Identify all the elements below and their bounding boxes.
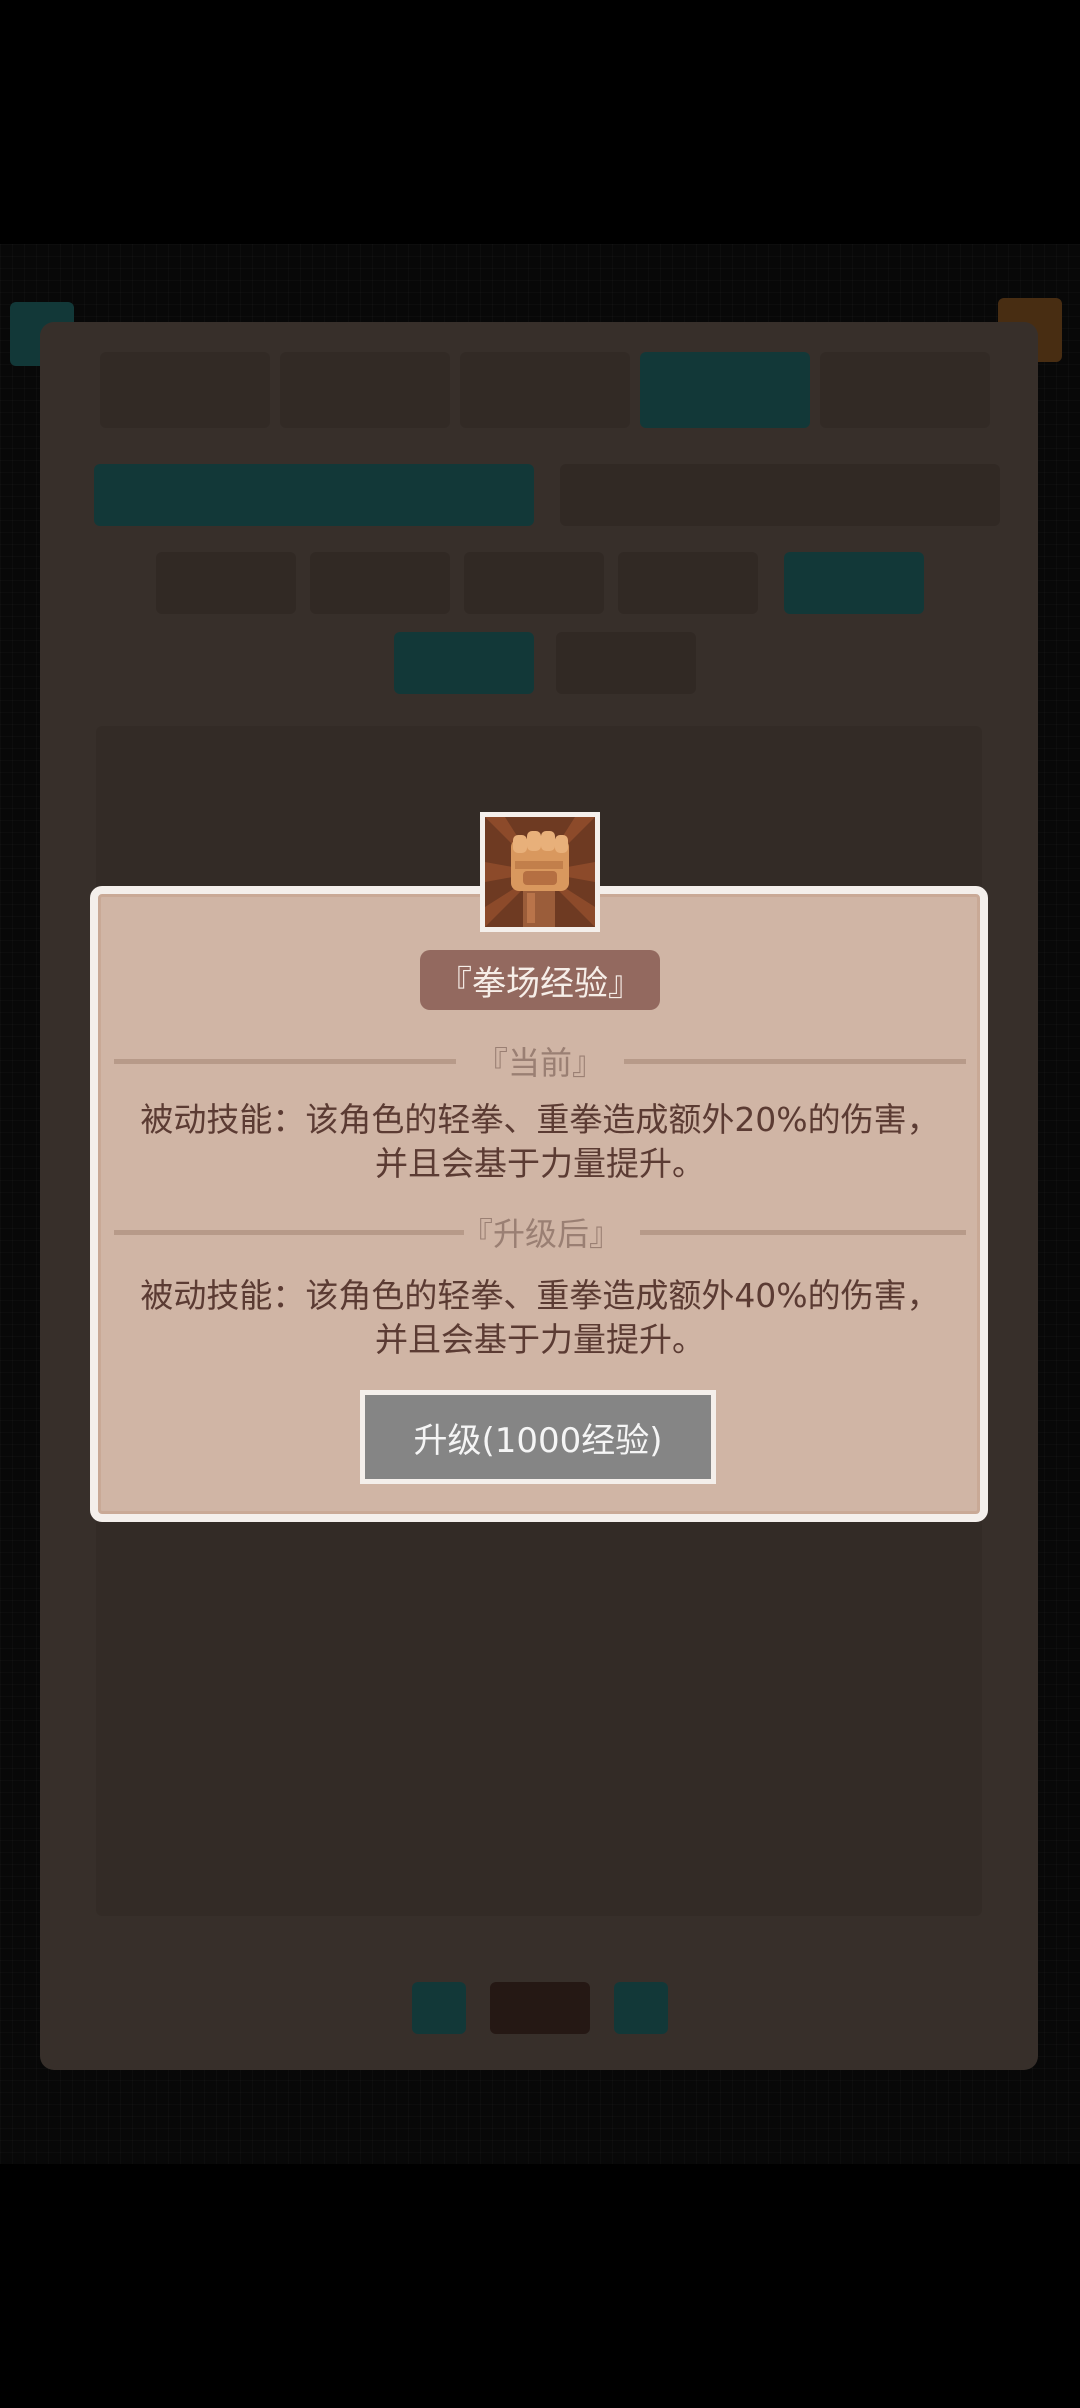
skill-title: 『拳场经验』	[420, 950, 660, 1010]
divider	[114, 1059, 456, 1064]
current-section-label: 『当前』	[475, 1044, 604, 1082]
upgraded-description: 被动技能：该角色的轻拳、重拳造成额外40%的伤害， 并且会基于力量提升。	[110, 1274, 970, 1362]
fist-icon	[480, 812, 600, 932]
current-description-line: 并且会基于力量提升。	[375, 1144, 705, 1183]
divider	[624, 1059, 966, 1064]
divider	[114, 1230, 464, 1235]
upgraded-section-label: 『升级后』	[460, 1215, 621, 1253]
divider	[640, 1230, 966, 1235]
upgrade-button[interactable]: 升级(1000经验)	[360, 1390, 716, 1484]
upgraded-description-line: 被动技能：该角色的轻拳、重拳造成额外40%的伤害，	[140, 1276, 940, 1315]
current-description-line: 被动技能：该角色的轻拳、重拳造成额外20%的伤害，	[140, 1100, 940, 1139]
current-description: 被动技能：该角色的轻拳、重拳造成额外20%的伤害， 并且会基于力量提升。	[110, 1098, 970, 1186]
upgraded-description-line: 并且会基于力量提升。	[375, 1320, 705, 1359]
